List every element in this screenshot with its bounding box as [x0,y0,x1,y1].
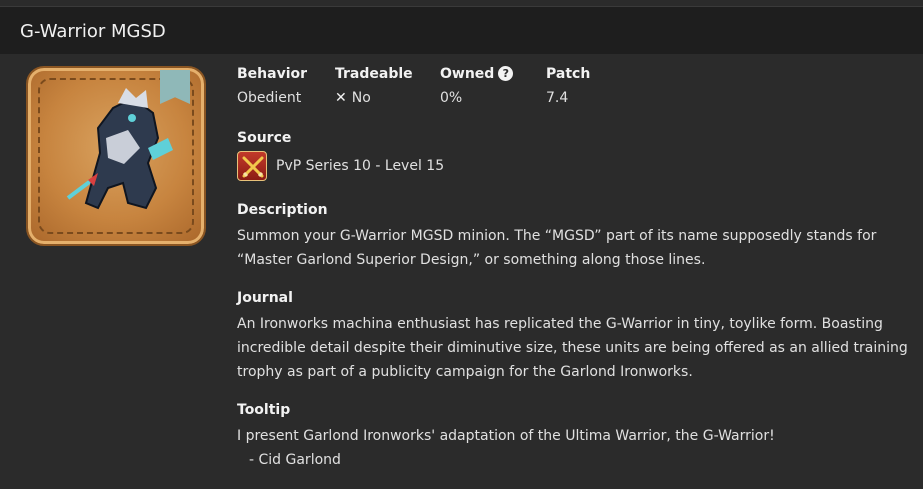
description-line: Summon your G-Warrior MGSD minion. The “… [237,228,877,244]
owned-label-text: Owned [440,66,495,82]
help-icon[interactable]: ? [498,66,514,81]
journal-text: An Ironworks machina enthusiast has repl… [237,312,917,384]
tooltip-text: I present Garlond Ironworks' adaptation … [237,424,917,472]
behavior-label: Behavior [237,66,308,82]
patch-value: 7.4 [546,90,569,106]
tradeable-value: ✕ No [335,90,371,106]
owned-label: Owned? [440,66,514,82]
item-panel: G-Warrior MGSD Behavior Obedient Tradeab… [0,0,923,489]
crossed-swords-icon [237,151,267,181]
tradeable-label: Tradeable [335,66,413,82]
source-link[interactable]: PvP Series 10 - Level 15 [276,158,444,174]
journal-label: Journal [237,290,293,306]
minion-icon [26,66,206,246]
patch-label: Patch [546,66,591,82]
tooltip-line: - Cid Garlond [249,452,341,468]
behavior-value: Obedient [237,90,302,106]
source-label: Source [237,130,292,146]
tooltip-line: I present Garlond Ironworks' adaptation … [237,428,775,444]
journal-line: incredible detail despite their diminuti… [237,340,908,356]
close-icon: ✕ [335,90,347,106]
owned-value: 0% [440,90,463,106]
journal-line: An Ironworks machina enthusiast has repl… [237,316,883,332]
journal-line: trophy as part of a publicity campaign f… [237,364,693,380]
item-title: G-Warrior MGSD [20,21,166,42]
description-line: “Master Garlond Superior Design,” or som… [237,252,706,268]
panel-header: G-Warrior MGSD [0,6,923,54]
description-label: Description [237,202,328,218]
tradeable-text: No [351,90,371,106]
tooltip-label: Tooltip [237,402,291,418]
description-text: Summon your G-Warrior MGSD minion. The “… [237,224,917,272]
